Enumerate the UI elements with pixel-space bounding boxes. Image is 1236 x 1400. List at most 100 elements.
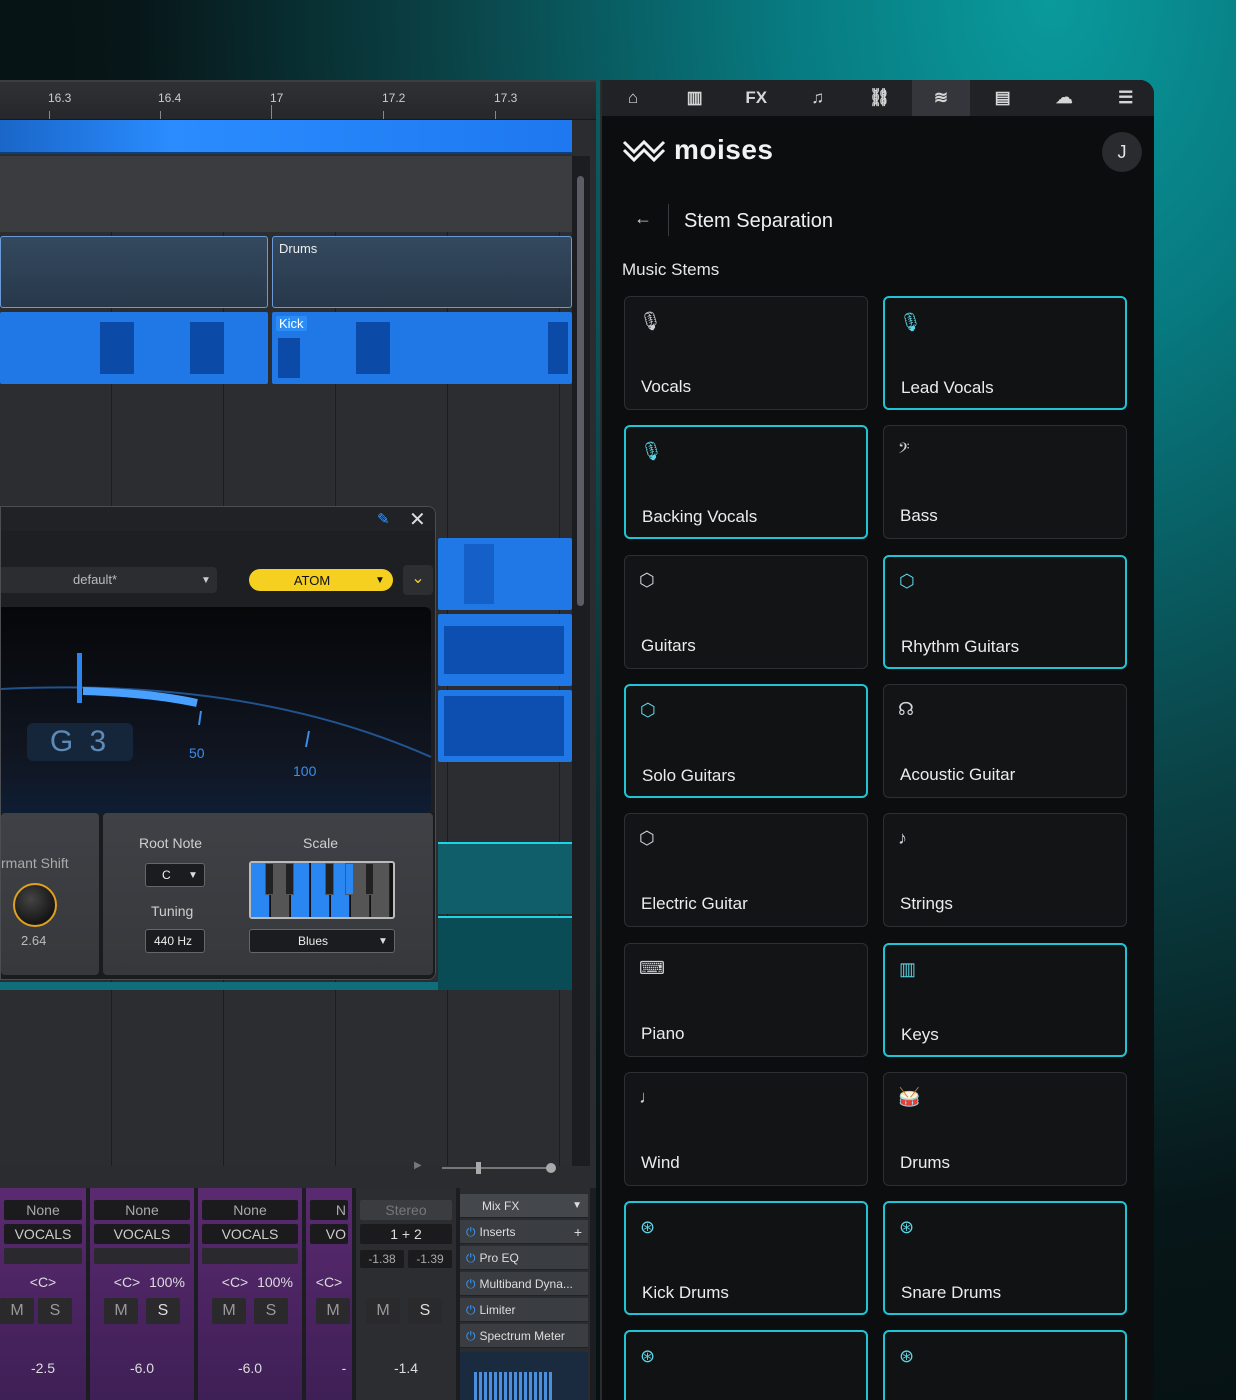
- stem-card[interactable]: ♩ Wind: [624, 1071, 868, 1186]
- audio-clip[interactable]: [438, 614, 572, 686]
- formant-knob[interactable]: [13, 883, 57, 927]
- zoom-end-handle[interactable]: [546, 1163, 556, 1173]
- stem-card[interactable]: ⊛ Snare Drums: [883, 1201, 1127, 1316]
- list-icon[interactable]: ☰: [1097, 80, 1154, 116]
- stem-card[interactable]: ▥ Keys: [883, 942, 1127, 1057]
- solo-button[interactable]: S: [146, 1298, 180, 1324]
- channel-name[interactable]: VOCALS: [202, 1224, 298, 1244]
- output-label[interactable]: Stereo: [360, 1200, 452, 1220]
- loop-range-bar[interactable]: [0, 120, 572, 154]
- plugin-titlebar[interactable]: [1, 507, 435, 531]
- mix-fx-select[interactable]: Mix FX ▼: [460, 1194, 588, 1218]
- audio-clip[interactable]: [0, 982, 438, 990]
- power-icon[interactable]: ⏻: [466, 1329, 476, 1343]
- instrument-selector[interactable]: ATOM ▼: [249, 569, 393, 591]
- input-select[interactable]: N: [310, 1200, 348, 1220]
- link-icon[interactable]: ⛓: [850, 80, 908, 116]
- clip-drums[interactable]: Drums: [272, 236, 572, 308]
- scrollbar-thumb[interactable]: [577, 176, 584, 606]
- tuning-field[interactable]: 440 Hz: [145, 929, 205, 953]
- audio-clip[interactable]: [438, 916, 572, 990]
- stem-card[interactable]: ⬡ Guitars: [624, 554, 868, 669]
- audio-clip[interactable]: [438, 690, 572, 762]
- pan-slider[interactable]: [202, 1248, 298, 1264]
- pin-icon[interactable]: ✎: [377, 510, 390, 528]
- home-icon[interactable]: ⌂: [604, 80, 662, 116]
- mute-button[interactable]: M: [212, 1298, 246, 1324]
- preset-selector[interactable]: default* ▼: [1, 567, 217, 593]
- stem-card[interactable]: ⬡ Rhythm Guitars: [883, 554, 1127, 669]
- instrument-name: ATOM: [293, 573, 331, 588]
- stem-card[interactable]: 🎙 Backing Vocals: [624, 425, 868, 540]
- mute-button[interactable]: M: [104, 1298, 138, 1324]
- formant-panel: rmant Shift 2.64: [1, 813, 99, 975]
- level-value: -: [341, 1360, 347, 1376]
- cloud-icon[interactable]: ☁: [1035, 80, 1093, 116]
- audio-clip[interactable]: [438, 842, 572, 914]
- expand-button[interactable]: ⌄: [403, 565, 433, 595]
- close-icon[interactable]: ✕: [409, 507, 426, 532]
- piano-icon: ⌨: [639, 957, 665, 978]
- horizontal-zoom-slider[interactable]: ▶: [400, 1160, 570, 1174]
- audio-clip[interactable]: [438, 538, 572, 610]
- solo-button[interactable]: S: [408, 1298, 442, 1324]
- stem-card[interactable]: 𝄢 Bass: [883, 425, 1127, 540]
- stem-card[interactable]: ⌨ Piano: [624, 942, 868, 1057]
- stem-card[interactable]: ⬡ Electric Guitar: [624, 813, 868, 928]
- keyboard-icon[interactable]: ▥: [666, 80, 724, 116]
- add-icon[interactable]: +: [574, 1220, 582, 1243]
- mute-button[interactable]: M: [0, 1298, 34, 1324]
- moises-logo-icon: [622, 139, 666, 163]
- power-icon[interactable]: ⏻: [466, 1277, 476, 1291]
- output-routing[interactable]: 1 + 2: [360, 1224, 452, 1244]
- mute-button[interactable]: M: [316, 1298, 350, 1324]
- root-note-select[interactable]: C ▼: [145, 863, 205, 887]
- input-select[interactable]: None: [4, 1200, 82, 1220]
- stem-card[interactable]: 🥁 Drums: [883, 1071, 1127, 1186]
- stem-card[interactable]: 🎙 Vocals: [624, 296, 868, 410]
- timeline-ruler[interactable]: 16.3 16.4 17 17.2 17.3: [0, 82, 596, 120]
- audio-clip[interactable]: [0, 312, 268, 384]
- scale-select[interactable]: Blues ▼: [249, 929, 395, 953]
- stem-card[interactable]: 🎙 Lead Vocals: [883, 296, 1127, 410]
- power-icon[interactable]: ⏻: [466, 1303, 476, 1317]
- input-select[interactable]: None: [94, 1200, 190, 1220]
- input-select[interactable]: None: [202, 1200, 298, 1220]
- insert-item[interactable]: ⏻ Spectrum Meter: [460, 1324, 588, 1348]
- insert-item[interactable]: ⏻ Pro EQ: [460, 1246, 588, 1270]
- zoom-handle[interactable]: [476, 1162, 481, 1174]
- channel-name[interactable]: VOCALS: [94, 1224, 190, 1244]
- stem-card[interactable]: ⬡ Solo Guitars: [624, 683, 868, 798]
- insert-item[interactable]: ⏻ Limiter: [460, 1298, 588, 1322]
- channel-name[interactable]: VO: [310, 1224, 348, 1244]
- pan-slider[interactable]: [94, 1248, 190, 1264]
- fx-icon[interactable]: FX: [727, 80, 785, 116]
- level-value: -6.0: [237, 1360, 263, 1376]
- back-arrow-icon[interactable]: ←: [634, 208, 652, 229]
- avatar[interactable]: J: [1102, 132, 1142, 172]
- scale-value: Blues: [298, 934, 329, 948]
- clip[interactable]: [0, 236, 268, 308]
- stem-label: Kick Drums: [642, 1283, 729, 1303]
- solo-button[interactable]: S: [38, 1298, 72, 1324]
- power-icon[interactable]: ⏻: [466, 1251, 476, 1265]
- browser-icon[interactable]: ▤: [974, 80, 1032, 116]
- vertical-scrollbar[interactable]: [572, 156, 590, 1166]
- tempo-icon[interactable]: ♫: [789, 80, 847, 116]
- stem-card[interactable]: ⊛ Kick Drums: [624, 1201, 868, 1316]
- stem-card[interactable]: ⊛: [624, 1330, 868, 1400]
- solo-button[interactable]: S: [254, 1298, 288, 1324]
- channel-strip: None VOCALS <C> M S -2.5: [0, 1188, 88, 1400]
- stem-card[interactable]: ⊛: [883, 1330, 1127, 1400]
- inserts-header[interactable]: ⏻ Inserts +: [460, 1220, 588, 1244]
- audio-clip-kick[interactable]: Kick: [272, 312, 572, 384]
- insert-item[interactable]: ⏻ Multiband Dyna...: [460, 1272, 588, 1296]
- stem-card[interactable]: ☊ Acoustic Guitar: [883, 683, 1127, 798]
- power-icon[interactable]: ⏻: [466, 1225, 476, 1239]
- scale-keyboard[interactable]: [249, 861, 395, 919]
- stem-card[interactable]: ♪ Strings: [883, 813, 1127, 928]
- moises-icon[interactable]: ≋: [912, 80, 970, 116]
- pan-slider[interactable]: [4, 1248, 82, 1264]
- channel-name[interactable]: VOCALS: [4, 1224, 82, 1244]
- mute-button[interactable]: M: [366, 1298, 400, 1324]
